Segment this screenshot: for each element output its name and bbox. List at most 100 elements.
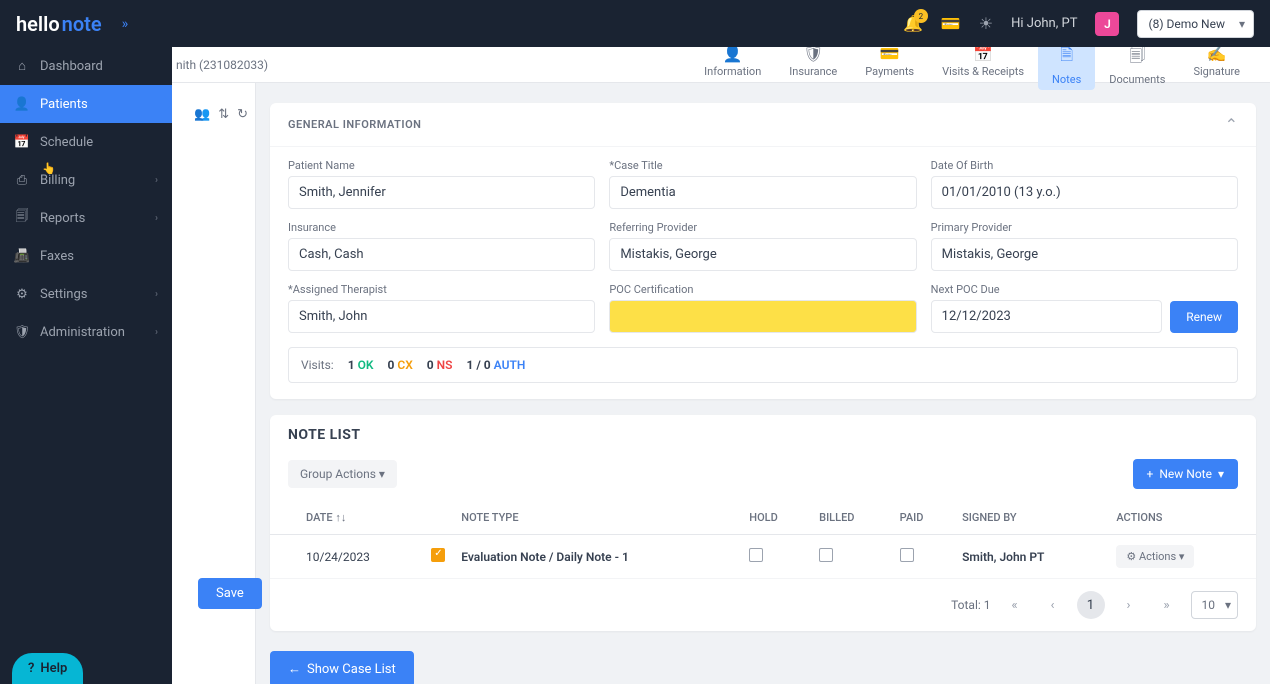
dob-field[interactable]: [931, 176, 1238, 209]
tab-label: Payments: [865, 65, 914, 78]
case-title-field[interactable]: [609, 176, 916, 209]
page-number-button[interactable]: 1: [1077, 591, 1105, 619]
col-paid[interactable]: PAID: [892, 501, 954, 535]
label-referring: Referring Provider: [609, 221, 916, 234]
cell-type: Evaluation Note / Daily Note - 1: [453, 535, 741, 579]
visits-summary: Visits: 1 OK 0 CX 0 NS 1 / 0 AUTH: [288, 347, 1238, 383]
sidebar-label: Patients: [40, 97, 88, 112]
location-value: (8) Demo New: [1148, 17, 1225, 31]
col-signed[interactable]: SIGNED BY: [954, 501, 1108, 535]
sidebar-item-faxes[interactable]: 📠 Faxes: [0, 237, 172, 275]
user-icon: 👤: [14, 96, 30, 112]
next-poc-due-field[interactable]: [931, 300, 1163, 333]
tab-label: Insurance: [789, 65, 837, 78]
sidebar-item-billing[interactable]: ⎙Billing›: [0, 161, 172, 199]
sidebar-item-administration[interactable]: 🛡Administration›: [0, 313, 172, 351]
row-actions-button[interactable]: ⚙ Actions ▾: [1116, 545, 1194, 568]
tab-documents[interactable]: 🗐Documents: [1095, 40, 1179, 90]
tab-insurance[interactable]: 🛡Insurance: [775, 40, 851, 90]
chevron-up-icon[interactable]: ⌃: [1225, 115, 1238, 134]
card-icon[interactable]: 💳: [941, 14, 961, 33]
col-type[interactable]: NOTE TYPE: [453, 501, 741, 535]
patient-tabs: 👤Information 🛡Insurance 💳Payments 📅Visit…: [690, 40, 1254, 90]
gear-icon: ⚙: [1126, 550, 1136, 563]
billed-checkbox[interactable]: [819, 548, 833, 562]
theme-toggle-icon[interactable]: ☀: [979, 14, 993, 33]
help-button[interactable]: ? Help: [12, 653, 83, 684]
notification-badge: 2: [914, 9, 928, 23]
content: nith (231082033) 👤Information 🛡Insurance…: [0, 47, 1270, 684]
group-actions-button[interactable]: Group Actions ▾: [288, 460, 397, 488]
help-icon: ?: [28, 661, 34, 676]
tab-signature[interactable]: ✍Signature: [1179, 40, 1254, 90]
main-area: GENERAL INFORMATION ⌃ Patient Name *Case…: [172, 83, 1270, 684]
save-button[interactable]: Save: [198, 578, 262, 609]
sort-icon[interactable]: ⇅: [218, 107, 229, 122]
bell-icon[interactable]: 🔔2: [903, 14, 923, 33]
insurance-field[interactable]: [288, 238, 595, 271]
tab-label: Signature: [1193, 65, 1240, 78]
chevron-right-icon: ›: [155, 175, 158, 186]
sidebar: ⌂Dashboard 👤 Patients 📅Schedule ⎙Billing›…: [0, 47, 172, 684]
hold-checkbox[interactable]: [749, 548, 763, 562]
patient-name-field[interactable]: [288, 176, 595, 209]
sort-icon: ↑↓: [335, 511, 346, 524]
col-billed[interactable]: BILLED: [811, 501, 892, 535]
calendar-icon: 📅: [14, 134, 30, 150]
tab-visits[interactable]: 📅Visits & Receipts: [928, 40, 1038, 90]
sidebar-item-schedule[interactable]: 📅Schedule: [0, 123, 172, 161]
documents-icon: 🗐: [1129, 44, 1145, 71]
label-therapist: *Assigned Therapist: [288, 283, 595, 296]
plus-icon: +: [1147, 467, 1154, 481]
sidebar-item-dashboard[interactable]: ⌂Dashboard: [0, 47, 172, 85]
visits-cx-count: 0: [387, 358, 394, 372]
tab-information[interactable]: 👤Information: [690, 40, 775, 90]
sidebar-label: Faxes: [40, 249, 74, 264]
sidebar-label: Dashboard: [40, 59, 103, 74]
fax-icon: 📠: [14, 248, 30, 264]
sidebar-item-reports[interactable]: 🗐Reports›: [0, 199, 172, 237]
referring-provider-field[interactable]: [609, 238, 916, 271]
page-prev-button[interactable]: ‹: [1039, 591, 1067, 619]
top-bar: hellonote » 🔔2 💳 ☀ Hi John, PT J (8) Dem…: [0, 0, 1270, 47]
tab-payments[interactable]: 💳Payments: [851, 40, 928, 90]
logo-text-left: hello: [16, 12, 60, 36]
col-actions[interactable]: ACTIONS: [1108, 501, 1256, 535]
col-hold[interactable]: HOLD: [741, 501, 811, 535]
tab-notes[interactable]: 🗎Notes: [1038, 40, 1095, 90]
show-case-list-button[interactable]: ←Show Case List: [270, 651, 414, 684]
row-indicator-checkbox[interactable]: [431, 548, 445, 562]
page-first-button[interactable]: «: [1001, 591, 1029, 619]
primary-provider-field[interactable]: [931, 238, 1238, 271]
sidebar-label: Administration: [40, 325, 125, 340]
page-next-button[interactable]: ›: [1115, 591, 1143, 619]
btn-label: Help: [40, 661, 67, 676]
avatar[interactable]: J: [1095, 12, 1119, 36]
paid-checkbox[interactable]: [900, 548, 914, 562]
page-size-select[interactable]: 10: [1191, 591, 1239, 619]
renew-button[interactable]: Renew: [1170, 301, 1238, 333]
add-user-icon[interactable]: 👥: [194, 107, 210, 122]
cursor-icon: 👆: [42, 162, 56, 175]
location-select[interactable]: (8) Demo New: [1137, 10, 1254, 38]
new-note-button[interactable]: +New Note ▾: [1133, 459, 1238, 489]
table-row[interactable]: 10/24/2023 Evaluation Note / Daily Note …: [270, 535, 1256, 579]
logo-text-right: note: [62, 12, 102, 36]
card-title: NOTE LIST: [288, 427, 361, 443]
refresh-icon[interactable]: ↻: [237, 107, 248, 122]
poc-certification-field[interactable]: [609, 300, 916, 333]
sidebar-item-patients[interactable]: 👤 Patients: [0, 85, 172, 123]
assigned-therapist-field[interactable]: [288, 300, 595, 333]
greeting-text: Hi John, PT: [1011, 16, 1077, 31]
page-last-button[interactable]: »: [1153, 591, 1181, 619]
sidebar-label: Reports: [40, 211, 85, 226]
visits-ns-count: 0: [427, 358, 434, 372]
sidebar-item-settings[interactable]: ⚙Settings›: [0, 275, 172, 313]
col-date[interactable]: DATE ↑↓: [298, 501, 423, 535]
notes-icon: 🗎: [1060, 44, 1073, 71]
visits-label: Visits:: [301, 358, 334, 372]
visits-auth-count: 1 / 0: [467, 358, 491, 372]
expand-sidebar-icon[interactable]: »: [122, 16, 129, 32]
panel-toolbar: 👥 ⇅ ↻: [194, 107, 248, 122]
note-list-card: NOTE LIST Group Actions ▾ +New Note ▾ DA…: [270, 415, 1256, 631]
